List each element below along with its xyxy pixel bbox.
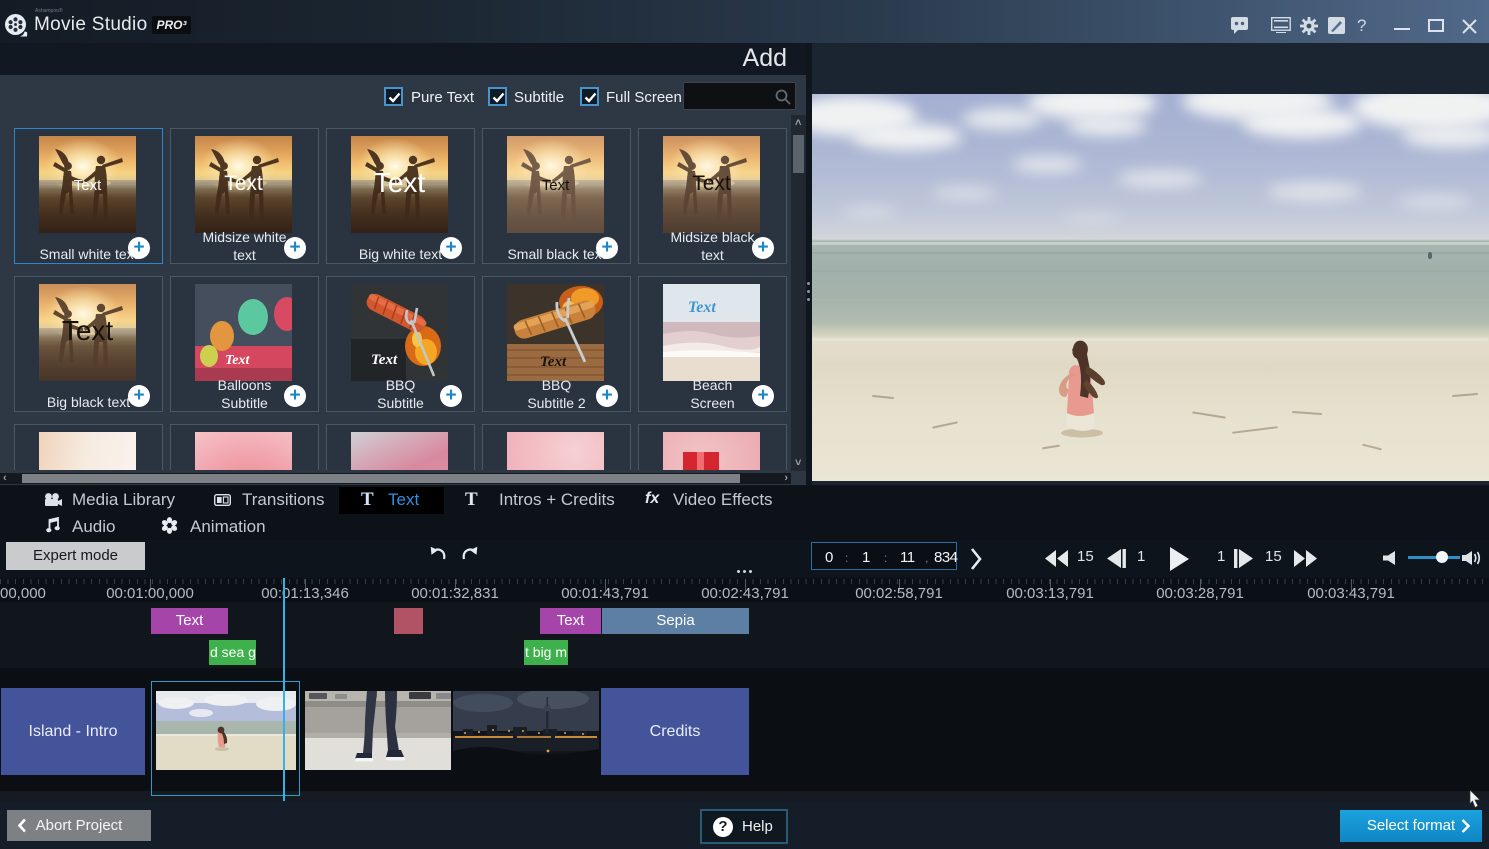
svg-text:Text: Text [371,352,398,368]
svg-text:Text: Text [540,354,567,370]
svg-text:Text: Text [225,353,250,368]
svg-text:Text: Text [688,299,716,316]
